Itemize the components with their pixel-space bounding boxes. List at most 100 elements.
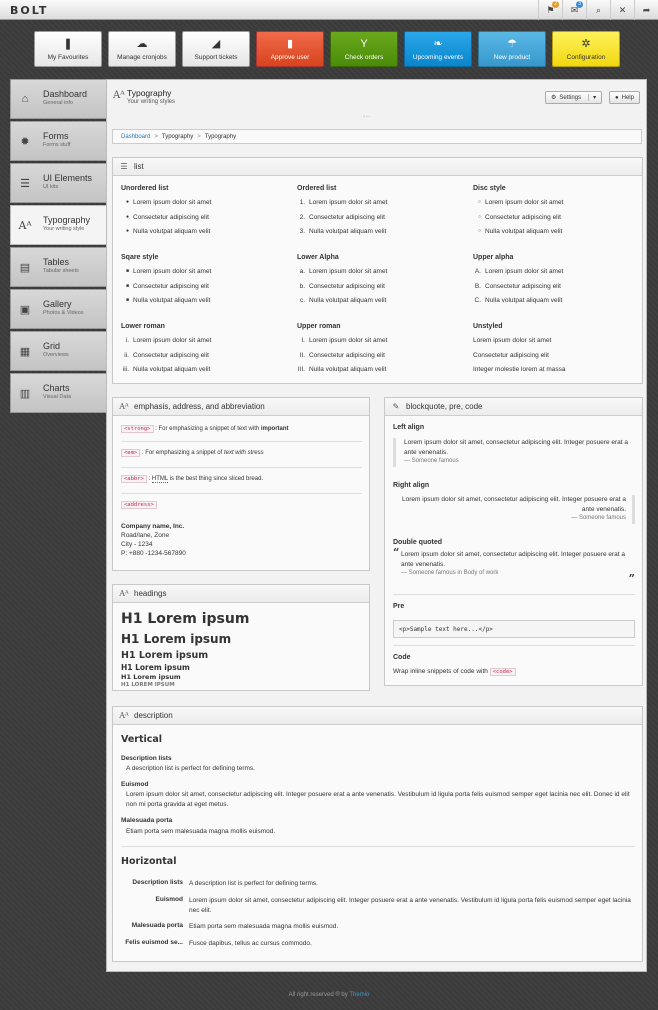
list-item: ● Consectetur adipiscing elit bbox=[125, 213, 209, 221]
list-item: b. Consectetur adipiscing elit bbox=[299, 282, 385, 290]
list-item: ○ Nulla volutpat aliquam velit bbox=[477, 228, 563, 235]
headings-panel: Aᴬ headings H1 Lorem ipsum H1 Lorem ipsum… bbox=[112, 584, 370, 691]
sliders-icon: ☰ bbox=[20, 177, 30, 190]
collapse-grip-icon[interactable]: ▫▫▫ bbox=[363, 114, 371, 120]
list-example: Ordered list 1. Lorem ipsum dolor sit amet… bbox=[297, 185, 467, 243]
breadcrumb-current: Typography bbox=[204, 134, 237, 140]
settings-button[interactable]: ⚙ Settings ▾ bbox=[545, 91, 603, 104]
sidebar-item-gallery[interactable]: ▣ Gallery Photos & Videos bbox=[10, 289, 106, 329]
list-example: Sqare style ■ Lorem ipsum dolor sit amet ■ C… bbox=[121, 254, 291, 312]
shortcut-support-tickets[interactable]: ◢ Support tickets bbox=[182, 31, 250, 67]
flag-icon[interactable]: ⚑ 2 bbox=[538, 0, 562, 20]
list-example: Unstyled Lorem ipsum dolor sit amet Consec… bbox=[473, 323, 643, 381]
sidebar-item-dashboard[interactable]: ⌂ Dashboard General info bbox=[10, 79, 106, 119]
help-icon: ● bbox=[615, 94, 619, 101]
left-align-label: Left align bbox=[393, 424, 425, 431]
double-quoted-label: Double quoted bbox=[393, 539, 442, 546]
sidebar-item-charts[interactable]: ▥ Charts Visual Data bbox=[10, 373, 106, 413]
typography-icon: Aᴬ bbox=[119, 402, 129, 411]
list-heading: Sqare style bbox=[121, 254, 159, 261]
vertical-desc: Etiam porta sem malesuada magna mollis e… bbox=[126, 828, 276, 835]
mail-icon[interactable]: ✉ 3 bbox=[562, 0, 586, 20]
list-item: Lorem ipsum dolor sit amet bbox=[473, 337, 552, 344]
blockquote-panel: ✎ blockquote, pre, code Left align Lorem … bbox=[384, 397, 643, 686]
horizontal-term: Euismod bbox=[155, 896, 183, 903]
heading-h3: H1 Lorem ipsum bbox=[121, 650, 209, 661]
heading-h1: H1 Lorem ipsum bbox=[121, 611, 250, 627]
top-icons: ⚑ 2 ✉ 3 ⌕ ✕ ➦ bbox=[538, 0, 658, 20]
page-title: Typography bbox=[127, 88, 172, 98]
help-button[interactable]: ● Help bbox=[609, 91, 640, 104]
list-item: 2. Consectetur adipiscing elit bbox=[299, 213, 385, 221]
shortcut-upcoming-events[interactable]: ❧ Upcoming events bbox=[404, 31, 472, 67]
shortcut-check-orders[interactable]: Y Check orders bbox=[330, 31, 398, 67]
gear-icon: ⚙ bbox=[551, 95, 557, 101]
tools-icon[interactable]: ✕ bbox=[610, 0, 634, 20]
shortcut-my-favourites[interactable]: ❚ My Favourites bbox=[34, 31, 102, 67]
list-item: 3. Nulla volutpat aliquam velit bbox=[299, 228, 387, 235]
abbr-example: <abbr> : HTML is the best thing since sl… bbox=[121, 475, 263, 483]
notification-badge: 2 bbox=[552, 1, 559, 8]
typography-icon: Aᴬ bbox=[119, 711, 129, 720]
sidebar-item-grid[interactable]: ▦ Grid Overviews bbox=[10, 331, 106, 371]
list-item: ■ Nulla volutpat aliquam velit bbox=[125, 297, 211, 304]
list-item: ■ Lorem ipsum dolor sit amet bbox=[125, 268, 212, 275]
left-blockquote: Lorem ipsum dolor sit amet, consectetur … bbox=[393, 438, 633, 467]
list-heading: Lower Alpha bbox=[297, 254, 339, 261]
pre-block: <p>Sample text here...</p> bbox=[393, 620, 635, 638]
heading-h6: H1 LOREM IPSUM bbox=[121, 682, 175, 688]
list-item: ● Nulla volutpat aliquam velit bbox=[125, 228, 211, 235]
em-example: <em> : For emphasizing a snippet of text… bbox=[121, 449, 264, 457]
horizontal-desc: Fusce dapibus, tellus ac cursus commodo. bbox=[189, 940, 312, 947]
horizontal-term: Felis euismod se... bbox=[125, 939, 183, 946]
list-heading: Unordered list bbox=[121, 185, 169, 192]
page-header: Aᴬ Typography Your writing styles ⚙ Setti… bbox=[107, 80, 648, 120]
list-item: C. Nulla volutpat aliquam velit bbox=[474, 297, 563, 304]
list-item: I. Lorem ipsum dolor sit amet bbox=[301, 337, 388, 344]
shortcut-manage-cronjobs[interactable]: ☁ Manage cronjobs bbox=[108, 31, 176, 67]
breadcrumb-dashboard[interactable]: Dashboard bbox=[121, 134, 150, 140]
list-heading: Disc style bbox=[473, 185, 506, 192]
sidebar-item-ui-elements[interactable]: ☰ UI Elements UI kits bbox=[10, 163, 106, 203]
sidebar-item-typography[interactable]: Aᴬ Typography Your writing style bbox=[10, 205, 107, 245]
search-icon[interactable]: ⌕ bbox=[586, 0, 610, 20]
shortcut-approve-user[interactable]: ▮ Approve user bbox=[256, 31, 324, 67]
bookmark-icon: ❚ bbox=[63, 38, 73, 50]
pre-label: Pre bbox=[393, 603, 405, 610]
list-item: Consectetur adipiscing elit bbox=[473, 351, 549, 359]
list-example: Upper alpha A. Lorem ipsum dolor sit amet B… bbox=[473, 254, 643, 312]
list-item: ii. Consectetur adipiscing elit bbox=[124, 351, 209, 359]
shortcut-new-product[interactable]: ☂ New product bbox=[478, 31, 546, 67]
heading-h2: H1 Lorem ipsum bbox=[121, 632, 232, 646]
page-subtitle: Your writing styles bbox=[127, 99, 176, 105]
list-item: B. Consectetur adipiscing elit bbox=[474, 282, 561, 290]
panel-header: ☰ list bbox=[113, 158, 642, 176]
typography-icon: Aᴬ bbox=[18, 218, 32, 232]
horizontal-desc: Lorem ipsum dolor sit amet, consectetur … bbox=[189, 897, 631, 914]
panel-header: Aᴬ headings bbox=[113, 585, 369, 603]
list-item: ○ Lorem ipsum dolor sit amet bbox=[477, 199, 564, 206]
sidebar-item-tables[interactable]: ▤ Tables Tabular sheets bbox=[10, 247, 106, 287]
footer-link[interactable]: Themio bbox=[349, 992, 369, 998]
list-example: Upper roman I. Lorem ipsum dolor sit amet I… bbox=[297, 323, 467, 381]
message-badge: 3 bbox=[576, 1, 583, 8]
cocktail-icon: Y bbox=[360, 38, 368, 50]
shortcut-configuration[interactable]: ✲ Configuration bbox=[552, 31, 620, 67]
gears-icon: ✲ bbox=[581, 38, 591, 50]
list-heading: Upper roman bbox=[297, 323, 341, 330]
horizontal-desc: A description list is perfect for defini… bbox=[189, 880, 318, 887]
umbrella-icon: ☂ bbox=[507, 38, 517, 50]
list-item: A. Lorem ipsum dolor sit amet bbox=[474, 268, 564, 275]
bar-chart-icon: ▮ bbox=[286, 38, 294, 50]
description-panel: Aᴬ description Vertical Description lists… bbox=[112, 706, 643, 962]
sidebar-item-forms[interactable]: ✹ Forms Forms stuff bbox=[10, 121, 106, 161]
close-quote-icon: ” bbox=[628, 572, 635, 585]
app-logo[interactable]: BOLT bbox=[10, 4, 48, 17]
cloud-icon: ☁ bbox=[136, 38, 148, 50]
breadcrumb-typography[interactable]: Typography bbox=[162, 134, 193, 140]
logout-icon[interactable]: ➦ bbox=[634, 0, 658, 20]
double-quoted-blockquote: “ Lorem ipsum dolor sit amet, consectetu… bbox=[393, 546, 635, 585]
open-quote-icon: “ bbox=[393, 546, 400, 559]
megaphone-icon: ◢ bbox=[211, 38, 221, 50]
breadcrumb: Dashboard > Typography > Typography bbox=[112, 129, 642, 144]
